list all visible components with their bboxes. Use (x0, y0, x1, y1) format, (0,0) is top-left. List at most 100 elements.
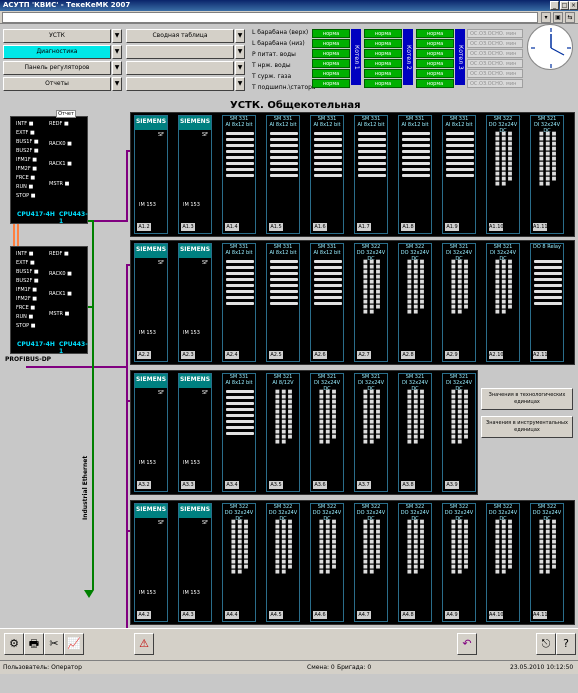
sf-label: SF (201, 260, 208, 266)
io-module[interactable]: SIEMENS SF IM 153 A3.3 (178, 373, 212, 492)
led-label: REDF ■ (49, 251, 69, 257)
cpu-panel-2[interactable]: INTF ■ EXTF ■ BUS1F ■ BUS2F ■ IFM1F ■ IFM2F ■… (10, 246, 88, 355)
go-icon[interactable]: ▣ (553, 12, 563, 23)
io-module[interactable]: SM 321 DI 32x24V DC ■ ■ ■ ■ ■ ■ ■ ■ ■ ■ ■… (310, 373, 344, 492)
io-module[interactable]: SIEMENS SF IM 153 A1.2 (134, 115, 168, 234)
io-module[interactable]: SM 331 AI 8x12 bit A1.5 (266, 115, 300, 234)
io-module[interactable]: SM 331 AI 8x12 bit A2.4 (222, 243, 256, 362)
btn-ustk[interactable]: УСТК (3, 29, 111, 43)
io-module[interactable]: SM 331 AI 8x12 bit A1.7 (354, 115, 388, 234)
io-module[interactable]: SM 322 DO 32x24V DC ■ ■ ■ ■ ■ ■ ■ ■ ■ ■ ■… (486, 115, 520, 234)
channel-bar (358, 144, 386, 147)
im-label: IM 153 (139, 202, 156, 208)
channel-bar (358, 174, 386, 177)
io-module[interactable]: SM 322 DO 32x24V DC ■ ■ ■ ■ ■ ■ ■ ■ ■ ■ ■… (442, 503, 476, 622)
io-module[interactable]: SIEMENS SF IM 153 A2.2 (134, 243, 168, 362)
slot-label: A3.6 (313, 481, 327, 489)
io-module[interactable]: SM 321 DI 32x24V DC ■ ■ ■ ■ ■ ■ ■ ■ ■ ■ ■… (398, 373, 432, 492)
tools-icon[interactable]: ✂ (44, 633, 64, 655)
channel-bar (226, 132, 254, 135)
diag-arrow-icon[interactable]: ▼ (112, 45, 122, 59)
alarm-icon[interactable]: ⚠ (134, 633, 154, 655)
io-module[interactable]: SIEMENS SF IM 153 A4.3 (178, 503, 212, 622)
refresh-icon[interactable]: ⇆ (565, 12, 575, 23)
module-header: SM 321 DI 32x24V DC (445, 244, 473, 262)
cpu-panel-1[interactable]: INTF ■ EXTF ■ BUS1F ■ BUS2F ■ IFM1F ■ IFM2F ■… (10, 116, 88, 225)
tech-units-button[interactable]: Значения в технологических единицах (481, 388, 573, 410)
trend-icon[interactable]: 📈 (64, 633, 84, 655)
channel-dots: ■ ■ ■ ■ ■ ■ ■ ■ ■ ■ ■ ■ ■ ■ ■ ■ ■ ■ ■ ■ … (407, 519, 425, 575)
io-module[interactable]: SM 322 DO 32x24V DC ■ ■ ■ ■ ■ ■ ■ ■ ■ ■ ■… (354, 243, 388, 362)
channel-bar (270, 266, 298, 269)
io-module[interactable]: SIEMENS SF IM 153 A1.3 (178, 115, 212, 234)
channel-bar (226, 156, 254, 159)
profibus-wire (126, 150, 128, 220)
io-module[interactable]: SM 331 AI 8x12 bit A1.8 (398, 115, 432, 234)
module-header: SIEMENS (135, 504, 167, 518)
exit-icon[interactable]: ⎋ (536, 633, 556, 655)
maximize-button[interactable]: □ (560, 1, 569, 10)
io-module[interactable]: SM 331 AI 8x12 bit A2.6 (310, 243, 344, 362)
btn-regulators[interactable]: Панель регуляторов (3, 61, 111, 75)
io-module[interactable]: SM 321 DI 32x24V DC ■ ■ ■ ■ ■ ■ ■ ■ ■ ■ ■… (442, 373, 476, 492)
instr-units-button[interactable]: Значения в инструментальных единицах (481, 416, 573, 438)
print-icon[interactable]: 🖶 (24, 633, 44, 655)
module-header: SM 321 DI 32x24V DC (489, 244, 517, 262)
slot-label: A2.9 (445, 351, 459, 359)
back-icon[interactable]: ↶ (457, 633, 477, 655)
btn-empty-2[interactable] (126, 61, 234, 75)
io-module[interactable]: SM 322 DO 32x24V DC ■ ■ ■ ■ ■ ■ ■ ■ ■ ■ ■… (310, 503, 344, 622)
io-module[interactable]: SM 322 DO 32x24V DC ■ ■ ■ ■ ■ ■ ■ ■ ■ ■ ■… (486, 503, 520, 622)
io-module[interactable]: SM 331 AI 8x12 bit A1.6 (310, 115, 344, 234)
led-label: FRCE ■ (16, 305, 36, 311)
close-button[interactable]: × (569, 1, 578, 10)
reg-arrow-icon[interactable]: ▼ (112, 61, 122, 75)
io-module[interactable]: SIEMENS SF IM 153 A4.2 (134, 503, 168, 622)
summary-arrow-icon[interactable]: ▼ (235, 29, 245, 43)
io-module[interactable]: SM 322 DO 32x24V DC ■ ■ ■ ■ ■ ■ ■ ■ ■ ■ ■… (398, 503, 432, 622)
status-badge: норма (312, 79, 350, 88)
led-label: MSTR ■ (49, 181, 70, 187)
channel-bars (226, 132, 254, 180)
help-icon[interactable]: ? (556, 633, 576, 655)
channel-bar (446, 156, 474, 159)
io-module[interactable]: SM 331 AI 8x12 bit A3.4 (222, 373, 256, 492)
status-badge: норма (364, 49, 402, 58)
btn-summary-table[interactable]: Сводная таблица (126, 29, 234, 43)
empty1-arrow-icon[interactable]: ▼ (235, 45, 245, 59)
io-module[interactable]: SIEMENS SF IM 153 A3.2 (134, 373, 168, 492)
module-header: SIEMENS (179, 116, 211, 130)
control-panel: УСТК ▼ Диагностика ▼ Панель регуляторов … (0, 24, 578, 100)
io-module[interactable]: SM 321 DI 32x24V DC ■ ■ ■ ■ ■ ■ ■ ■ ■ ■ ■… (354, 373, 388, 492)
slot-label: A1.11 (533, 223, 548, 231)
io-module[interactable]: SM 321 DI 32x24V DC ■ ■ ■ ■ ■ ■ ■ ■ ■ ■ ■… (486, 243, 520, 362)
ustk-arrow-icon[interactable]: ▼ (112, 29, 122, 43)
io-module[interactable]: SM 322 DO 32x24V DC ■ ■ ■ ■ ■ ■ ■ ■ ■ ■ ■… (222, 503, 256, 622)
io-module[interactable]: SM 331 AI 8x12 bit A1.9 (442, 115, 476, 234)
address-input[interactable] (2, 12, 538, 23)
cpu-name: CPU417-4H (17, 211, 55, 218)
btn-reports[interactable]: Отчеты (3, 77, 111, 91)
io-module[interactable]: SM 322 DO 32x24V DC ■ ■ ■ ■ ■ ■ ■ ■ ■ ■ ■… (266, 503, 300, 622)
config-icon[interactable]: ⚙ (4, 633, 24, 655)
io-module[interactable]: SM 321 DI 32x24V DC ■ ■ ■ ■ ■ ■ ■ ■ ■ ■ ■… (530, 115, 564, 234)
io-module[interactable]: SM 331 AI 8x12 bit A2.5 (266, 243, 300, 362)
btn-diagnostics[interactable]: Диагностика (3, 45, 111, 59)
io-module[interactable]: SM 321 DI 32x24V DC ■ ■ ■ ■ ■ ■ ■ ■ ■ ■ ■… (442, 243, 476, 362)
io-module[interactable]: SM 331 AI 8x12 bit A1.4 (222, 115, 256, 234)
empty3-arrow-icon[interactable]: ▼ (235, 77, 245, 91)
io-module[interactable]: DO 8 Relay A2.11 (530, 243, 564, 362)
slot-label: A1.6 (313, 223, 327, 231)
io-module[interactable]: SM 322 DO 32x24V DC ■ ■ ■ ■ ■ ■ ■ ■ ■ ■ ■… (530, 503, 564, 622)
minimize-button[interactable]: _ (550, 1, 559, 10)
io-module[interactable]: SM 321 AI 8/12V ■ ■ ■ ■ ■ ■ ■ ■ ■ ■ ■ ■ ■… (266, 373, 300, 492)
dropdown-icon[interactable]: ▾ (541, 12, 551, 23)
io-module[interactable]: SIEMENS SF IM 153 A2.3 (178, 243, 212, 362)
btn-empty-1[interactable] (126, 45, 234, 59)
empty2-arrow-icon[interactable]: ▼ (235, 61, 245, 75)
io-module[interactable]: SM 322 DO 32x24V DC ■ ■ ■ ■ ■ ■ ■ ■ ■ ■ ■… (354, 503, 388, 622)
slot-label: A2.7 (357, 351, 371, 359)
btn-empty-3[interactable] (126, 77, 234, 91)
io-module[interactable]: SM 322 DO 32x24V DC ■ ■ ■ ■ ■ ■ ■ ■ ■ ■ ■… (398, 243, 432, 362)
reports-arrow-icon[interactable]: ▼ (112, 77, 122, 91)
